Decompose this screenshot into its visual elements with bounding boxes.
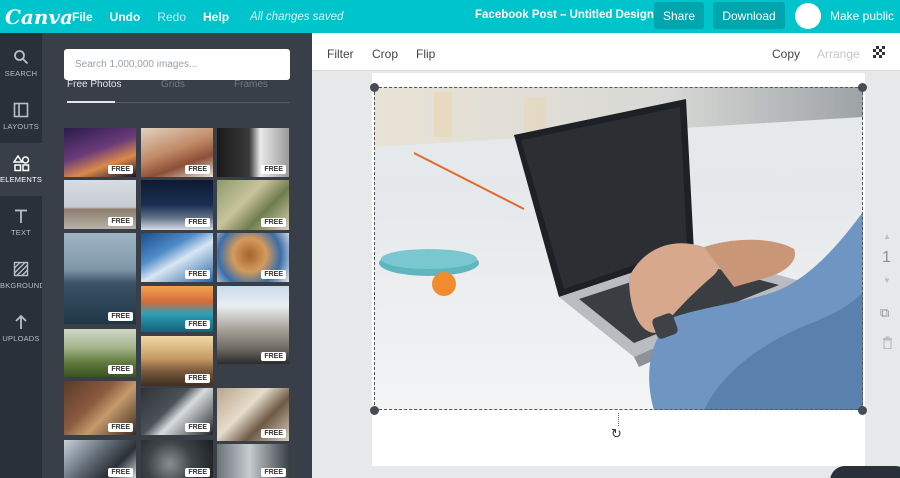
copy-button[interactable]: Copy [772, 47, 800, 61]
rotate-icon[interactable]: ↻ [611, 426, 622, 442]
sidebar-item-search[interactable]: SEARCH [0, 37, 42, 90]
make-public-label: Make public [830, 9, 895, 23]
free-badge: FREE [185, 165, 210, 174]
photo-thumbnail[interactable]: FREE [141, 336, 213, 386]
sidebar-item-elements[interactable]: ELEMENTS [0, 143, 42, 196]
free-badge: FREE [108, 468, 133, 477]
editor-toolbar: Filter Crop Flip Copy Arrange [312, 33, 900, 71]
crop-button[interactable]: Crop [372, 47, 398, 61]
layouts-icon [0, 102, 42, 118]
active-tab-indicator [67, 101, 115, 103]
free-badge: FREE [185, 320, 210, 329]
save-status: All changes saved [250, 10, 344, 23]
photo-thumbnail[interactable]: FREE [217, 128, 289, 177]
sidebar-rail: SEARCH LAYOUTS ELEMENTS TEXT BKGROUND UP… [0, 33, 42, 478]
sidebar-item-label: BKGROUND [0, 281, 42, 290]
photo-thumbnail[interactable]: FREE [217, 286, 289, 364]
design-title[interactable]: Facebook Post – Untitled Design [475, 9, 654, 21]
help-menu[interactable]: Help [203, 10, 229, 24]
free-badge: FREE [261, 468, 286, 477]
panel-tabs: Free Photos Grids Frames [67, 79, 290, 103]
tab-grids[interactable]: Grids [161, 79, 185, 90]
photo-thumbnail[interactable]: FREE [141, 128, 213, 177]
free-badge: FREE [108, 423, 133, 432]
sidebar-item-uploads[interactable]: UPLOADS [0, 302, 42, 355]
sidebar-item-text[interactable]: TEXT [0, 196, 42, 249]
file-menu[interactable]: File [72, 10, 93, 24]
elements-icon [0, 154, 42, 172]
search-input[interactable] [64, 49, 290, 80]
photo-thumbnail[interactable]: FREE [217, 388, 289, 441]
sidebar-item-background[interactable]: BKGROUND [0, 249, 42, 302]
transparency-icon[interactable] [873, 46, 885, 58]
share-button[interactable]: Share [654, 2, 704, 29]
elements-panel: Free Photos Grids Frames FREE FREE FREE … [42, 33, 312, 478]
upload-icon [0, 314, 42, 330]
redo-button[interactable]: Redo [157, 10, 186, 24]
photo-thumbnail[interactable]: FREE [141, 233, 213, 282]
photo-thumbnail[interactable]: FREE [217, 180, 289, 230]
free-badge: FREE [108, 365, 133, 374]
copy-page-icon[interactable]: ⧉ [880, 305, 889, 321]
photo-thumbnail[interactable]: FREE [64, 329, 136, 377]
resize-handle-top-right[interactable] [858, 83, 867, 92]
free-badge: FREE [261, 352, 286, 361]
undo-button[interactable]: Undo [110, 10, 141, 24]
help-chat-button[interactable] [830, 466, 900, 478]
sidebar-item-layouts[interactable]: LAYOUTS [0, 90, 42, 143]
resize-handle-bottom-right[interactable] [858, 406, 867, 415]
flip-button[interactable]: Flip [416, 47, 435, 61]
selected-photo[interactable] [374, 87, 863, 410]
free-badge: FREE [185, 218, 210, 227]
photo-thumbnail[interactable]: FREE [64, 128, 136, 177]
sidebar-item-label: UPLOADS [2, 334, 40, 343]
free-badge: FREE [108, 217, 133, 226]
photo-thumbnail[interactable]: FREE [141, 388, 213, 435]
photo-thumbnail[interactable]: FREE [141, 286, 213, 332]
free-badge: FREE [261, 429, 286, 438]
resize-handle-top-left[interactable] [370, 83, 379, 92]
page-down-icon[interactable]: ▼ [883, 276, 891, 285]
free-badge: FREE [185, 374, 210, 383]
page-up-icon[interactable]: ▲ [883, 232, 891, 241]
arrange-button[interactable]: Arrange [817, 47, 860, 61]
page-number: 1 [882, 249, 891, 266]
search-icon [0, 49, 42, 65]
text-icon [0, 208, 42, 224]
free-badge: FREE [185, 270, 210, 279]
photo-thumbnail[interactable]: FREE [217, 233, 289, 282]
photo-thumbnail[interactable]: FREE [141, 440, 213, 478]
resize-handle-bottom-left[interactable] [370, 406, 379, 415]
free-badge: FREE [185, 423, 210, 432]
photo-thumbnail[interactable]: FREE [141, 180, 213, 230]
free-badge: FREE [108, 165, 133, 174]
laptop-photo-illustration [374, 87, 863, 410]
background-icon [0, 261, 42, 277]
free-badge: FREE [185, 468, 210, 477]
sidebar-item-label: SEARCH [4, 69, 38, 78]
photo-thumbnail[interactable]: FREE [64, 233, 136, 324]
sidebar-item-label: ELEMENTS [0, 175, 42, 184]
sidebar-item-label: LAYOUTS [3, 122, 39, 131]
make-public-toggle[interactable] [795, 3, 821, 29]
photo-thumbnail[interactable]: FREE [64, 440, 136, 478]
canva-logo[interactable]: Canva [5, 5, 73, 29]
free-badge: FREE [261, 270, 286, 279]
delete-page-icon[interactable] [882, 336, 893, 352]
photo-thumbnail[interactable]: FREE [64, 381, 136, 435]
rotate-connector [618, 413, 619, 426]
photo-thumbnail[interactable]: FREE [217, 444, 289, 478]
download-button[interactable]: Download [713, 2, 785, 29]
tab-free-photos[interactable]: Free Photos [67, 79, 121, 90]
photo-thumbnail[interactable]: FREE [64, 180, 136, 229]
free-badge: FREE [261, 218, 286, 227]
tab-frames[interactable]: Frames [234, 79, 268, 90]
filter-button[interactable]: Filter [327, 47, 354, 61]
free-badge: FREE [108, 312, 133, 321]
free-badge: FREE [261, 165, 286, 174]
sidebar-item-label: TEXT [11, 228, 31, 237]
